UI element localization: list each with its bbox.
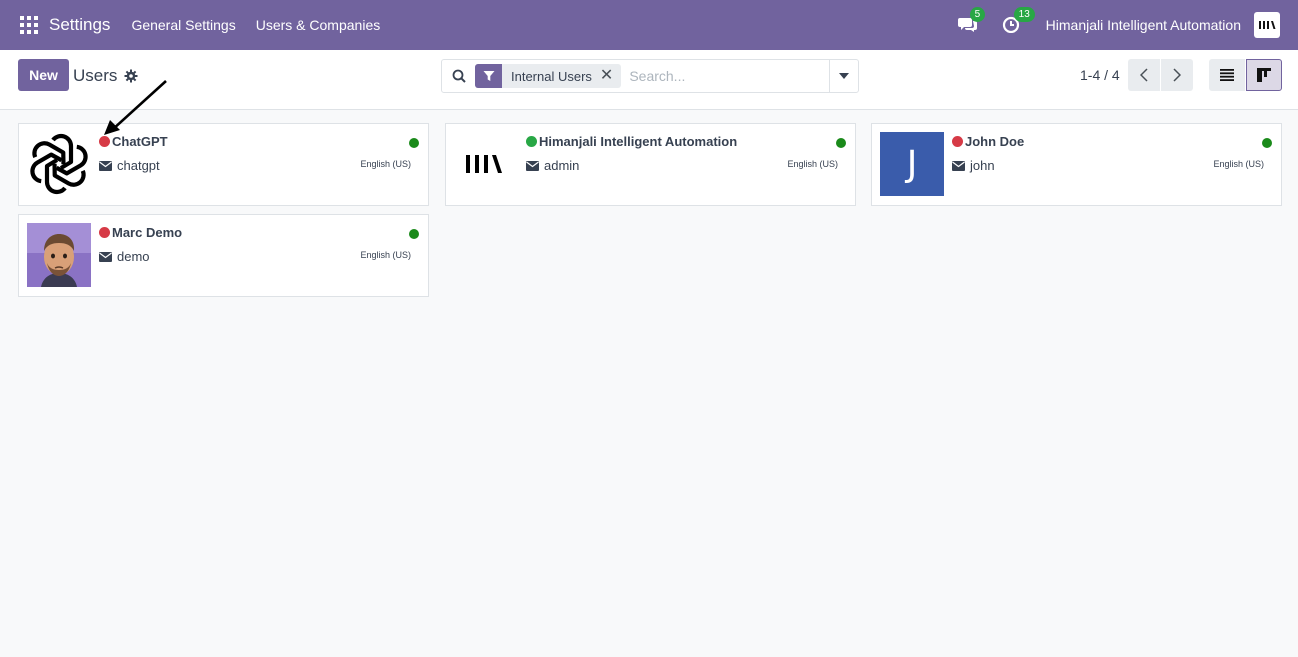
- presence-indicator: [952, 136, 963, 147]
- user-name-text: John Doe: [965, 134, 1025, 149]
- page-title: Users: [73, 66, 118, 85]
- avatar-letter: J: [880, 132, 944, 196]
- envelope-icon: [99, 251, 112, 262]
- kanban-view-button[interactable]: [1246, 59, 1282, 91]
- company-name[interactable]: Himanjali Intelligent Automation: [1046, 17, 1241, 33]
- envelope-icon: [99, 160, 112, 171]
- user-name: John Doe: [952, 134, 1024, 149]
- activities-count-badge: 13: [1013, 7, 1035, 22]
- search-options-toggle[interactable]: [829, 60, 858, 92]
- list-view-button[interactable]: [1209, 59, 1245, 91]
- user-login: admin: [526, 158, 737, 173]
- hia-logo-icon: [1259, 21, 1276, 29]
- messages-count-badge: 5: [969, 7, 986, 22]
- user-login-text: admin: [544, 158, 580, 173]
- status-dot: [409, 229, 419, 239]
- user-login: demo: [99, 249, 182, 264]
- user-login-text: demo: [117, 249, 150, 264]
- user-language: English (US): [360, 250, 411, 260]
- user-login-text: chatgpt: [117, 158, 160, 173]
- presence-indicator: [99, 227, 110, 238]
- systray: 5 13 Himanjali Intelligent Automation: [957, 0, 1280, 50]
- search-input[interactable]: [629, 62, 820, 90]
- user-card-marc-demo[interactable]: Marc Demo demo English (US): [18, 214, 429, 297]
- menu-general-settings[interactable]: General Settings: [131, 17, 235, 33]
- user-language: English (US): [787, 159, 838, 169]
- user-card-himanjali[interactable]: Himanjali Intelligent Automation admin E…: [445, 123, 856, 206]
- top-navbar: Settings General Settings Users & Compan…: [0, 0, 1298, 50]
- marc-avatar: [27, 223, 91, 287]
- new-button[interactable]: New: [18, 59, 69, 91]
- pager-previous-button[interactable]: [1128, 59, 1160, 91]
- user-name-text: Himanjali Intelligent Automation: [539, 134, 738, 149]
- presence-indicator: [99, 136, 110, 147]
- status-dot: [1262, 138, 1272, 148]
- user-name: Himanjali Intelligent Automation: [526, 134, 737, 149]
- apps-menu-icon[interactable]: [20, 16, 38, 34]
- filter-icon: [475, 64, 502, 88]
- user-name-text: Marc Demo: [112, 225, 183, 240]
- activities-button[interactable]: 13: [1002, 7, 1035, 35]
- messages-button[interactable]: 5: [957, 7, 986, 35]
- remove-facet-icon[interactable]: ✕: [600, 64, 621, 88]
- presence-indicator: [526, 136, 537, 147]
- user-login: john: [952, 158, 1024, 173]
- pager-next-button[interactable]: [1161, 59, 1193, 91]
- user-name: ChatGPT: [99, 134, 168, 149]
- chevron-right-icon: [1173, 68, 1181, 82]
- kanban-icon: [1257, 68, 1271, 82]
- user-name-text: ChatGPT: [112, 134, 168, 149]
- envelope-icon: [952, 160, 965, 171]
- app-name[interactable]: Settings: [49, 15, 110, 35]
- user-language: English (US): [1213, 159, 1264, 169]
- breadcrumb: Users: [73, 66, 138, 86]
- user-card-john-doe[interactable]: J John Doe john English (US): [871, 123, 1282, 206]
- card-body: Marc Demo demo: [99, 225, 182, 264]
- hia-logo-icon: [454, 132, 518, 196]
- status-dot: [836, 138, 846, 148]
- card-body: Himanjali Intelligent Automation admin: [526, 134, 737, 173]
- envelope-icon: [526, 160, 539, 171]
- openai-logo-icon: [27, 132, 91, 196]
- gear-icon[interactable]: [124, 69, 138, 83]
- user-login-text: john: [970, 158, 995, 173]
- card-body: John Doe john: [952, 134, 1024, 173]
- caret-down-icon: [839, 73, 849, 79]
- search-bar: Internal Users ✕: [441, 59, 859, 93]
- control-panel: New Users Internal Users ✕ Search... 1-4…: [0, 50, 1298, 110]
- user-login: chatgpt: [99, 158, 168, 173]
- pager-value[interactable]: 1-4 / 4: [1080, 67, 1120, 83]
- user-name: Marc Demo: [99, 225, 182, 240]
- list-icon: [1220, 69, 1234, 81]
- menu-users-companies[interactable]: Users & Companies: [256, 17, 381, 33]
- search-facet: Internal Users ✕: [475, 64, 622, 88]
- letter-avatar: J: [880, 132, 944, 196]
- status-dot: [409, 138, 419, 148]
- company-avatar[interactable]: [1254, 12, 1280, 38]
- search-icon[interactable]: [442, 60, 476, 92]
- card-body: ChatGPT chatgpt: [99, 134, 168, 173]
- user-card-chatgpt[interactable]: ChatGPT chatgpt English (US): [18, 123, 429, 206]
- chevron-left-icon: [1140, 68, 1148, 82]
- user-language: English (US): [360, 159, 411, 169]
- facet-label: Internal Users: [511, 68, 592, 84]
